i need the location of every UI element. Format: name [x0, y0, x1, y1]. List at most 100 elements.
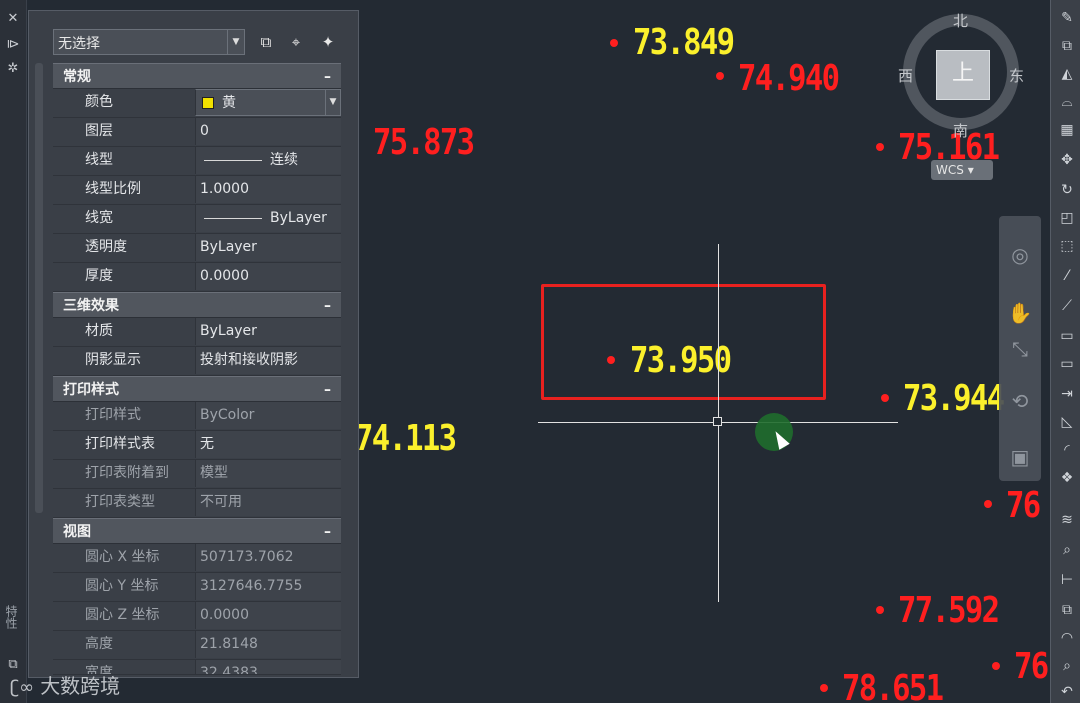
property-value[interactable]: 0: [195, 118, 341, 145]
chevron-down-icon: ▼: [325, 90, 340, 115]
match-properties-icon[interactable]: ⌕: [1057, 540, 1077, 560]
color-dropdown[interactable]: 黄 ▼: [195, 89, 341, 116]
elevation-label[interactable]: 73.849: [633, 22, 735, 63]
viewcube-west[interactable]: 西: [898, 65, 913, 86]
elevation-label[interactable]: 74.113: [355, 418, 457, 459]
section-view[interactable]: 视图 –: [53, 518, 341, 544]
survey-point: [992, 662, 1000, 670]
property-row[interactable]: 颜色 黄 ▼: [53, 89, 341, 118]
property-row[interactable]: 线型 连续: [53, 147, 341, 176]
pan-hand-icon[interactable]: ✋: [1007, 300, 1033, 326]
survey-point: [984, 500, 992, 508]
viewcube-north[interactable]: 北: [953, 10, 968, 31]
survey-point: [881, 394, 889, 402]
property-row[interactable]: 图层 0: [53, 118, 341, 147]
property-row[interactable]: 圆心 Y 坐标 3127646.7755: [53, 573, 341, 602]
zoom-window-icon[interactable]: ⌕: [1057, 656, 1077, 676]
rotate-icon[interactable]: ↻: [1057, 180, 1077, 200]
collapse-icon[interactable]: –: [324, 377, 331, 403]
property-row[interactable]: 打印样式 ByColor: [53, 402, 341, 431]
section-plot-style[interactable]: 打印样式 –: [53, 376, 341, 402]
palette-vertical-title: 特性: [4, 605, 18, 629]
collapse-icon[interactable]: –: [324, 64, 331, 90]
collapse-icon[interactable]: –: [324, 293, 331, 319]
survey-point: [876, 606, 884, 614]
steering-wheel-icon[interactable]: ◎: [1007, 242, 1033, 268]
property-row[interactable]: 圆心 Z 坐标 0.0000: [53, 602, 341, 631]
collapse-icon[interactable]: –: [324, 519, 331, 545]
erase-icon[interactable]: ✎: [1057, 8, 1077, 28]
linetype-value[interactable]: 连续: [195, 147, 341, 174]
property-row[interactable]: 圆心 X 坐标 507173.7062: [53, 544, 341, 573]
property-value[interactable]: ByLayer: [195, 318, 341, 345]
property-row[interactable]: 打印样式表 无: [53, 431, 341, 460]
property-row[interactable]: 透明度 ByLayer: [53, 234, 341, 263]
break-icon[interactable]: ▭: [1057, 326, 1077, 346]
copy-icon[interactable]: ⧉: [1057, 36, 1077, 56]
viewcube-south[interactable]: 南: [953, 120, 968, 141]
property-row[interactable]: 线宽 ByLayer: [53, 205, 341, 234]
property-row[interactable]: 线型比例 1.0000: [53, 176, 341, 205]
close-icon[interactable]: ✕: [4, 10, 22, 28]
group-icon[interactable]: ⧉: [1057, 600, 1077, 620]
chamfer-icon[interactable]: ◺: [1057, 412, 1077, 432]
viewcube-east[interactable]: 东: [1009, 65, 1024, 86]
elevation-label[interactable]: 76: [1006, 485, 1041, 526]
lineweight-value[interactable]: ByLayer: [195, 205, 341, 232]
property-value[interactable]: 1.0000: [195, 176, 341, 203]
extend-icon[interactable]: ⟋: [1057, 296, 1077, 316]
elevation-label[interactable]: 78.651: [842, 668, 944, 703]
property-value[interactable]: 无: [195, 431, 341, 458]
property-key: 颜色: [85, 94, 113, 110]
survey-point: [607, 356, 615, 364]
select-objects-icon[interactable]: ⌖: [285, 31, 307, 53]
offset-icon[interactable]: ⌓: [1057, 92, 1077, 112]
property-value[interactable]: 投射和接收阴影: [195, 347, 341, 374]
zoom-icon[interactable]: ⤡: [1007, 336, 1033, 362]
property-row[interactable]: 打印表类型 不可用: [53, 489, 341, 518]
autohide-icon[interactable]: ⧐: [4, 36, 22, 54]
modify-toolbar: ✎ ⧉ ◭ ⌓ ▦ ✥ ↻ ◰ ⬚ ⁄ ⟋ ▭ ▭ ⇥ ◺ ◜ ❖ ≋ ⌕ ⊢ …: [1050, 0, 1080, 703]
break-at-point-icon[interactable]: ▭: [1057, 354, 1077, 374]
join-icon[interactable]: ⇥: [1057, 384, 1077, 404]
trim-icon[interactable]: ⁄: [1057, 266, 1077, 286]
move-icon[interactable]: ✥: [1057, 150, 1077, 170]
dimension-icon[interactable]: ⊢: [1057, 570, 1077, 590]
stretch-icon[interactable]: ⬚: [1057, 236, 1077, 256]
property-key: 阴影显示: [85, 352, 141, 368]
elevation-label[interactable]: 75.873: [373, 122, 475, 163]
elevation-label[interactable]: 77.592: [898, 590, 1000, 631]
property-key: 圆心 X 坐标: [85, 549, 160, 565]
property-row[interactable]: 阴影显示 投射和接收阴影: [53, 347, 341, 376]
selection-dropdown[interactable]: 无选择 ▼: [53, 29, 245, 55]
property-row[interactable]: 材质 ByLayer: [53, 318, 341, 347]
toggle-pickadd-icon[interactable]: ⧉: [255, 31, 277, 53]
section-3d-effects[interactable]: 三维效果 –: [53, 292, 341, 318]
fillet-icon[interactable]: ◜: [1057, 440, 1077, 460]
elevation-label[interactable]: 74.940: [738, 58, 840, 99]
property-value[interactable]: ByLayer: [195, 234, 341, 261]
settings-icon[interactable]: ✲: [4, 60, 22, 78]
property-value[interactable]: 0.0000: [195, 263, 341, 290]
mirror-icon[interactable]: ◭: [1057, 64, 1077, 84]
undo-icon[interactable]: ↶: [1057, 682, 1077, 702]
elevation-label[interactable]: 76: [1014, 646, 1049, 687]
property-value: 32.4383: [195, 660, 341, 674]
property-row[interactable]: 厚度 0.0000: [53, 263, 341, 292]
property-row[interactable]: 打印表附着到 模型: [53, 460, 341, 489]
quick-select-icon[interactable]: ✦: [317, 31, 339, 53]
explode-icon[interactable]: ❖: [1057, 468, 1077, 488]
showmotion-icon[interactable]: ▣: [1007, 444, 1033, 470]
orbit-icon[interactable]: ⟲: [1007, 388, 1033, 414]
property-row[interactable]: 高度 21.8148: [53, 631, 341, 660]
elevation-label[interactable]: 73.950: [630, 340, 732, 381]
palette-scrollbar[interactable]: [35, 63, 43, 513]
array-icon[interactable]: ▦: [1057, 120, 1077, 140]
elevation-label[interactable]: 73.944: [903, 378, 1005, 419]
wcs-menu[interactable]: WCS ▾: [931, 160, 993, 180]
arc-icon[interactable]: ◠: [1057, 628, 1077, 648]
layer-icon[interactable]: ≋: [1057, 510, 1077, 530]
viewcube-top-face[interactable]: 上: [936, 50, 990, 100]
section-general[interactable]: 常规 –: [53, 63, 341, 89]
scale-icon[interactable]: ◰: [1057, 208, 1077, 228]
